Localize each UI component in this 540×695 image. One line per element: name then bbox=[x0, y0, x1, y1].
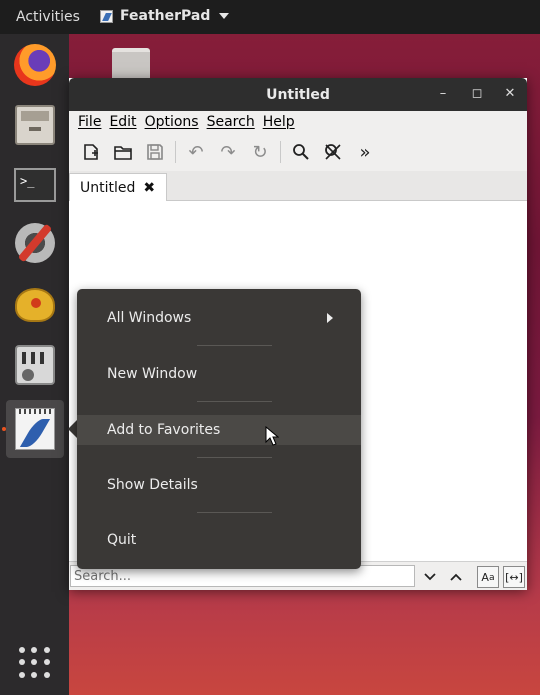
mouse-cursor-icon bbox=[265, 426, 279, 446]
new-file-icon[interactable] bbox=[77, 138, 105, 166]
save-icon[interactable] bbox=[141, 138, 169, 166]
menu-item-new-window[interactable]: New Window bbox=[77, 359, 361, 389]
dock-mixer[interactable] bbox=[8, 338, 62, 392]
top-bar: Activities FeatherPad bbox=[0, 0, 540, 34]
menu-separator bbox=[197, 512, 272, 513]
menu-options[interactable]: Options bbox=[145, 114, 199, 130]
tab-bar: Untitled ✖ bbox=[69, 171, 527, 202]
menu-item-show-details[interactable]: Show Details bbox=[77, 470, 361, 500]
dock-terminal[interactable]: >_ bbox=[8, 158, 62, 212]
menu-item-label: Quit bbox=[107, 532, 137, 548]
toolbar: ↶ ↷ ↻ » bbox=[69, 133, 527, 171]
settings-icon bbox=[15, 223, 55, 263]
menu-search[interactable]: Search bbox=[207, 114, 255, 130]
app-menu[interactable]: FeatherPad bbox=[100, 8, 230, 24]
title-bar[interactable]: Untitled – ◻ ✕ bbox=[69, 78, 527, 111]
dock-settings[interactable] bbox=[8, 216, 62, 270]
menu-item-label: New Window bbox=[107, 366, 198, 382]
dock-files[interactable] bbox=[8, 98, 62, 152]
toolbar-separator bbox=[175, 141, 176, 163]
find-icon[interactable] bbox=[287, 138, 315, 166]
toolbar-separator bbox=[280, 141, 281, 163]
tab-label: Untitled bbox=[80, 180, 136, 196]
menu-separator bbox=[197, 457, 272, 458]
menu-item-label: Show Details bbox=[107, 477, 198, 493]
tab-untitled[interactable]: Untitled ✖ bbox=[69, 173, 167, 202]
chevron-down-icon bbox=[219, 13, 230, 19]
go-to-icon[interactable]: » bbox=[351, 138, 379, 166]
undo-icon[interactable]: ↶ bbox=[182, 138, 210, 166]
dock-teapot[interactable] bbox=[8, 278, 62, 332]
menu-item-label: Add to Favorites bbox=[107, 422, 221, 438]
chevron-up-icon[interactable] bbox=[445, 566, 467, 588]
chevron-right-icon bbox=[327, 313, 333, 323]
activities-button[interactable]: Activities bbox=[16, 9, 80, 25]
open-folder-icon[interactable] bbox=[109, 138, 137, 166]
dock-featherpad[interactable] bbox=[6, 400, 64, 458]
window-title: Untitled bbox=[266, 87, 330, 103]
menu-edit[interactable]: Edit bbox=[109, 114, 136, 130]
whole-word-icon[interactable]: [↔] bbox=[503, 566, 525, 588]
featherpad-icon bbox=[15, 408, 55, 450]
close-button[interactable]: ✕ bbox=[502, 86, 518, 101]
dock-firefox[interactable] bbox=[8, 38, 62, 92]
teapot-icon bbox=[15, 288, 55, 322]
menu-item-quit[interactable]: Quit bbox=[77, 525, 361, 555]
featherpad-icon bbox=[100, 9, 113, 23]
menu-file[interactable]: File bbox=[78, 114, 101, 130]
show-applications-button[interactable] bbox=[8, 636, 62, 690]
menu-item-add-to-favorites[interactable]: Add to Favorites bbox=[77, 415, 361, 445]
firefox-icon bbox=[14, 44, 56, 86]
find-replace-icon[interactable] bbox=[319, 138, 347, 166]
menu-help[interactable]: Help bbox=[263, 114, 295, 130]
close-tab-icon[interactable]: ✖ bbox=[143, 180, 155, 196]
menu-separator bbox=[197, 401, 272, 402]
redo-icon[interactable]: ↷ bbox=[214, 138, 242, 166]
menu-item-all-windows[interactable]: All Windows bbox=[77, 303, 361, 333]
match-case-icon[interactable]: Aa bbox=[477, 566, 499, 588]
app-name: FeatherPad bbox=[120, 8, 211, 24]
menu-item-label: All Windows bbox=[107, 310, 192, 326]
menu-separator bbox=[197, 345, 272, 346]
trash-icon[interactable] bbox=[112, 48, 150, 78]
menu-bar: File Edit Options Search Help bbox=[69, 111, 527, 133]
app-grid-icon bbox=[19, 647, 51, 679]
dock: >_ bbox=[0, 34, 69, 695]
reload-icon[interactable]: ↻ bbox=[246, 138, 274, 166]
files-icon bbox=[15, 105, 55, 145]
terminal-icon: >_ bbox=[14, 168, 56, 202]
minimize-button[interactable]: – bbox=[435, 86, 451, 101]
maximize-button[interactable]: ◻ bbox=[469, 86, 485, 101]
dock-context-menu: All Windows New Window Add to Favorites … bbox=[77, 289, 361, 569]
mixer-icon bbox=[15, 345, 55, 385]
chevron-down-icon[interactable] bbox=[419, 566, 441, 588]
